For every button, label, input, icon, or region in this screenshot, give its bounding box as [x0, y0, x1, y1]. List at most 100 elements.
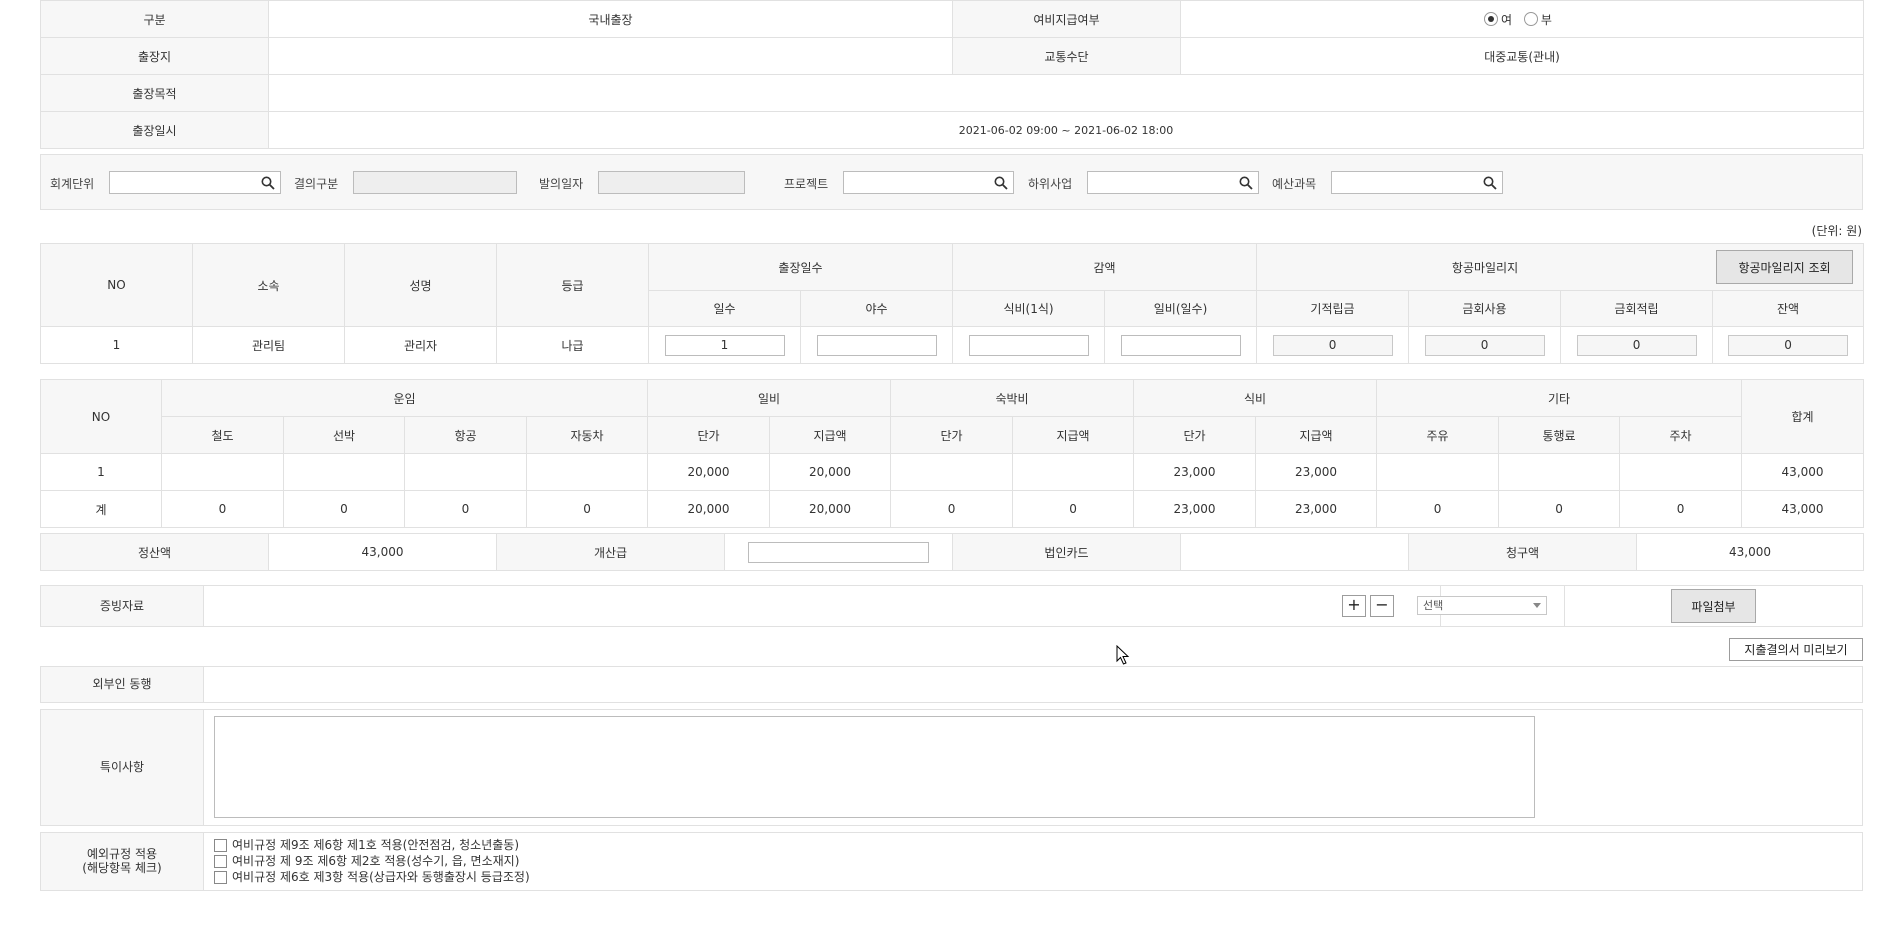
rail-header: 철도: [161, 416, 284, 454]
evidence-label: 증빙자료: [41, 586, 204, 626]
radio-no[interactable]: [1523, 12, 1538, 26]
cost-cell: 계: [40, 490, 162, 528]
accumulated-input[interactable]: [1272, 334, 1393, 356]
prepayment-label: 개산급: [496, 533, 725, 571]
daily-unit-price-header: 단가: [647, 416, 771, 454]
mileage-group-header: 항공마일리지 항공마일리지 조회: [1256, 243, 1865, 291]
this-accum-input[interactable]: [1576, 334, 1697, 356]
add-file-button[interactable]: +: [1342, 595, 1366, 617]
fuel-header: 주유: [1376, 416, 1500, 454]
settlement-table: 정산액 43,000 개산급 법인카드 청구액 43,000: [40, 533, 1864, 571]
remarks-row: 특이사항: [40, 709, 1863, 826]
cost-cell: [525, 453, 649, 491]
transport-value: 대중교통(관내): [1180, 37, 1864, 75]
checkbox[interactable]: [214, 855, 227, 868]
exception-row: 예외규정 적용 (해당항목 체크) 여비규정 제9조 제6항 제1호 적용(안전…: [40, 832, 1863, 891]
sub-business-input[interactable]: [1087, 171, 1235, 194]
cost-cell: [161, 453, 284, 491]
budget-item-input[interactable]: [1331, 171, 1479, 194]
accounting-unit-search-button[interactable]: [256, 171, 281, 194]
remove-file-button[interactable]: −: [1370, 595, 1394, 617]
chevron-down-icon: [1533, 603, 1541, 608]
cost-cell: [1498, 453, 1621, 491]
cost-no-header: NO: [40, 379, 162, 454]
settle-amount-value: 43,000: [268, 533, 497, 571]
cost-cell: 23,000: [1255, 490, 1378, 528]
col-this-accum-header: 금회적립: [1560, 290, 1714, 327]
daily-allowance-group-header: 일비: [647, 379, 892, 417]
budget-item-label: 예산과목: [1272, 177, 1317, 191]
radio-yes-label[interactable]: 여: [1501, 13, 1512, 27]
cost-cell: [1619, 453, 1743, 491]
evidence-type-select-value: 선택: [1423, 599, 1444, 612]
cost-cell: 0: [283, 490, 405, 528]
exception-item[interactable]: 여비규정 제 9조 제6항 제2호 적용(성수기, 읍, 면소재지): [214, 853, 530, 869]
evidence-row: 증빙자료 + − 선택 파일첨부: [40, 585, 1863, 627]
budget-item-search-button[interactable]: [1478, 171, 1503, 194]
days-group-header: 출장일수: [647, 243, 954, 291]
lodging-group-header: 숙박비: [890, 379, 1135, 417]
meal-deduct-input[interactable]: [968, 334, 1089, 356]
evidence-file-list[interactable]: [204, 586, 1441, 626]
sub-business-search-button[interactable]: [1234, 171, 1259, 194]
mileage-inquiry-button[interactable]: 항공마일리지 조회: [1716, 250, 1854, 284]
trip-place-value: [268, 37, 953, 75]
prepayment-input[interactable]: [748, 541, 929, 563]
daily-deduct-input[interactable]: [1120, 334, 1241, 356]
accounting-unit-input[interactable]: [109, 171, 257, 194]
remarks-textarea[interactable]: [214, 716, 1535, 818]
trip-info-table: 구분 국내출장 여비지급여부 여 부 출장지 교통수단 대중교통(관내) 출장목…: [40, 0, 1864, 149]
lodging-unit-price-header: 단가: [890, 416, 1014, 454]
cost-cell: 20,000: [769, 453, 892, 491]
trip-type-label: 구분: [40, 0, 269, 38]
checkbox[interactable]: [214, 871, 227, 884]
divider: [1564, 586, 1565, 626]
file-attach-button[interactable]: 파일첨부: [1671, 589, 1756, 623]
radio-yes[interactable]: [1484, 12, 1499, 26]
approval-type-input[interactable]: [353, 171, 517, 194]
trip-purpose-label: 출장목적: [40, 74, 269, 112]
lodging-paid-header: 지급액: [1012, 416, 1135, 454]
ship-header: 선박: [283, 416, 405, 454]
project-search-button[interactable]: [989, 171, 1014, 194]
cost-cell: 23,000: [1255, 453, 1378, 491]
cost-cell: 20,000: [647, 490, 771, 528]
balance-input[interactable]: [1728, 334, 1849, 356]
nights-input[interactable]: [816, 334, 937, 356]
exception-label: 예외규정 적용 (해당항목 체크): [41, 833, 204, 890]
cost-cell: 43,000: [1741, 490, 1865, 528]
expense-preview-button[interactable]: 지출결의서 미리보기: [1729, 638, 1863, 661]
col-days-header: 일수: [648, 290, 801, 327]
checkbox[interactable]: [214, 839, 227, 852]
trip-datetime-value: 2021-06-02 09:00 ~ 2021-06-02 18:00: [268, 111, 1864, 149]
this-use-input[interactable]: [1424, 334, 1545, 356]
cost-cell: 20,000: [647, 453, 771, 491]
approval-type-label: 결의구분: [294, 177, 339, 191]
transport-label: 교통수단: [952, 37, 1181, 75]
evidence-type-select[interactable]: 선택: [1417, 596, 1547, 615]
expense-payment-label: 여비지급여부: [952, 0, 1181, 38]
trip-datetime-label: 출장일시: [40, 111, 269, 149]
days-input[interactable]: [664, 334, 785, 356]
claim-amount-value: 43,000: [1636, 533, 1864, 571]
cost-cell: 0: [161, 490, 284, 528]
cost-cell: [404, 453, 527, 491]
fare-group-header: 운임: [160, 379, 649, 417]
col-nights-header: 야수: [799, 290, 954, 327]
draft-date-input[interactable]: [598, 171, 745, 194]
toll-header: 통행료: [1498, 416, 1621, 454]
exception-item[interactable]: 여비규정 제6호 제3항 적용(상급자와 동행출장시 등급조정): [214, 869, 530, 885]
exception-item[interactable]: 여비규정 제9조 제6항 제1호 적용(안전점검, 청소년출동): [214, 837, 530, 853]
minus-icon: −: [1375, 595, 1389, 614]
table-row: 1 관리팀 관리자 나급: [40, 326, 1865, 364]
companion-label: 외부인 동행: [41, 667, 204, 702]
expense-payment-radios: 여 부: [1180, 0, 1864, 38]
col-this-use-header: 금회사용: [1408, 290, 1562, 327]
project-label: 프로젝트: [784, 177, 829, 191]
radio-no-label[interactable]: 부: [1541, 13, 1552, 27]
project-input[interactable]: [843, 171, 990, 194]
trip-purpose-value: [268, 74, 1864, 112]
row-grade: 나급: [496, 326, 649, 364]
search-icon: [1239, 176, 1253, 190]
cost-cell: 0: [1498, 490, 1621, 528]
